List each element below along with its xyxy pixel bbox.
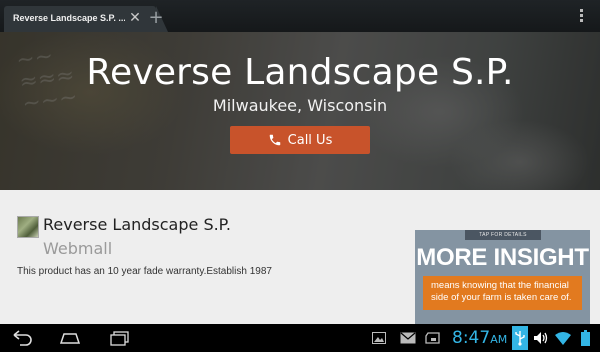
ad-body: means knowing that the financial side of… [423,276,582,310]
page-title: Reverse Landscape S.P. [86,52,514,93]
business-name: Reverse Landscape S.P. [43,215,231,234]
close-icon[interactable]: ✕ [127,9,143,27]
location-subtitle: Milwaukee, Wisconsin [212,96,388,115]
plus-icon[interactable]: + [146,8,166,28]
status-clock: 8:47AM [452,328,507,348]
usb-icon[interactable] [512,326,528,350]
wifi-icon [555,330,571,346]
system-navigation-bar: 8:47AM [0,324,600,352]
phone-icon [269,134,280,146]
overflow-menu-icon[interactable] [574,8,588,26]
advertisement-banner[interactable]: TAP FOR DETAILS MORE INSIGHT means knowi… [415,230,590,324]
tablet-screen: Reverse Landscape S.P. ... ✕ + ~~ ≈≈≈ ~~~ … [0,0,600,352]
ad-headline: MORE INSIGHT [416,244,589,271]
back-icon[interactable] [8,327,36,349]
hero-banner: ~~ ≈≈≈ ~~~ Reverse Landscape S.P. Milwauke… [0,32,600,190]
call-us-button[interactable]: Call Us [230,126,370,154]
email-icon [400,330,416,346]
battery-icon [580,330,590,346]
gallery-icon [372,330,386,346]
clock-ampm: AM [490,333,508,346]
browser-tab-strip: Reverse Landscape S.P. ... ✕ + [0,0,600,32]
call-us-label: Call Us [287,132,333,148]
business-info-section: Reverse Landscape S.P. Webmall This prod… [0,190,600,324]
recent-apps-icon[interactable] [106,327,134,349]
clock-time: 8:47 [452,328,491,348]
ad-tap-label: TAP FOR DETAILS [465,230,541,240]
volume-icon [533,330,549,346]
storage-icon [424,330,442,346]
tab-title: Reverse Landscape S.P. ... [13,13,125,23]
home-icon[interactable] [56,327,84,349]
business-category[interactable]: Webmall [43,239,112,258]
business-description: This product has an 10 year fade warrant… [17,266,272,277]
business-avatar [17,216,39,238]
browser-tab[interactable]: Reverse Landscape S.P. ... ✕ [4,6,156,32]
